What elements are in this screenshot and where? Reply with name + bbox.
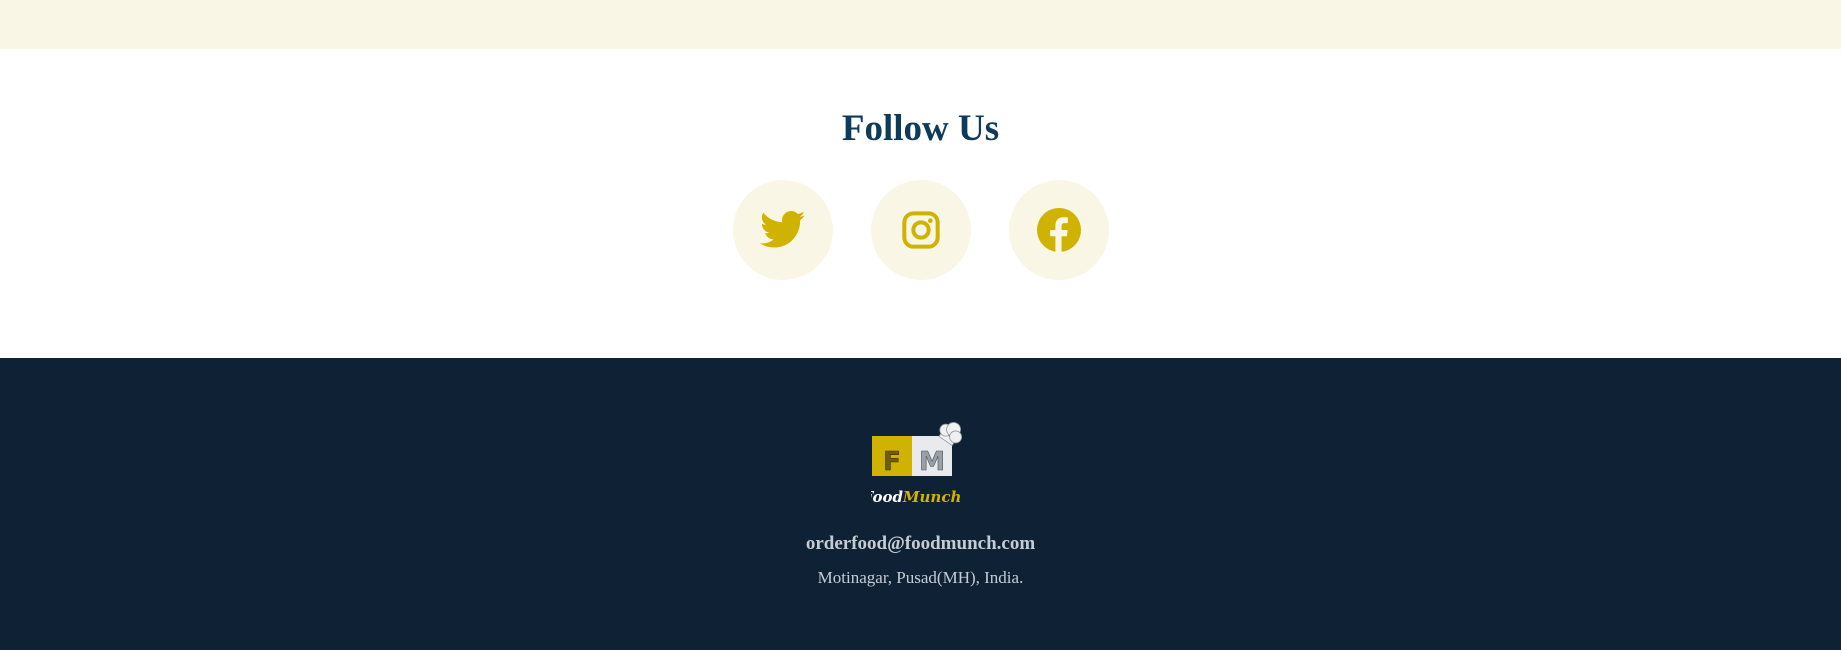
follow-us-title: Follow Us bbox=[841, 108, 1000, 149]
contact-address: Motinagar, Pusad(MH), India. bbox=[817, 568, 1024, 587]
facebook-icon bbox=[1036, 208, 1081, 252]
twitter-icon bbox=[759, 211, 805, 248]
social-icons-row bbox=[0, 180, 1841, 280]
footer: F M FoodMunch orderfood@foodmunch.com Mo… bbox=[0, 358, 1841, 650]
svg-text:FoodMunch: FoodMunch bbox=[871, 488, 961, 506]
twitter-button[interactable] bbox=[732, 180, 833, 280]
instagram-icon bbox=[901, 211, 940, 249]
follow-us-section: Follow Us bbox=[0, 49, 1841, 358]
svg-text:F: F bbox=[883, 447, 901, 477]
foodmunch-logo: F M FoodMunch bbox=[871, 422, 962, 506]
top-band bbox=[0, 0, 1841, 49]
facebook-button[interactable] bbox=[1008, 180, 1109, 280]
svg-text:M: M bbox=[919, 447, 945, 477]
contact-email: orderfood@foodmunch.com bbox=[805, 533, 1036, 554]
instagram-button[interactable] bbox=[870, 180, 971, 280]
